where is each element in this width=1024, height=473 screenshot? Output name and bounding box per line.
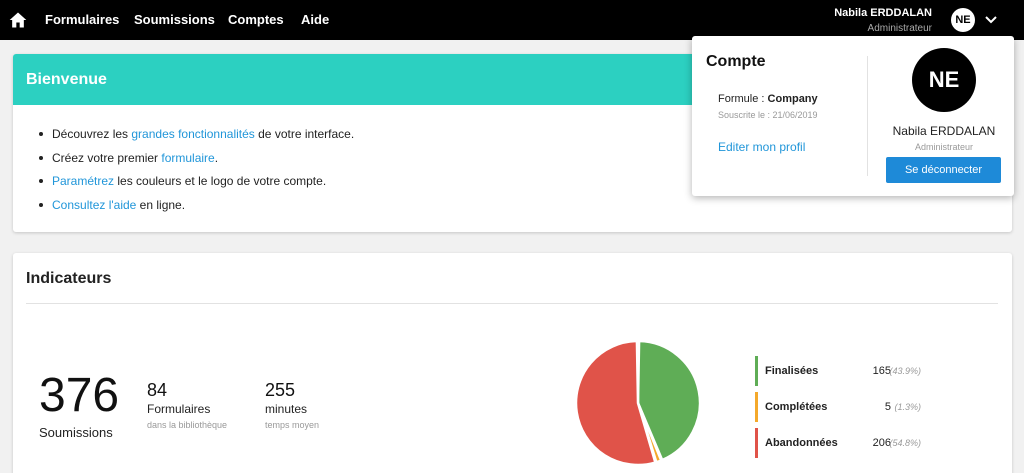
chevron-down-icon[interactable]: [984, 13, 998, 27]
legend-color-bar: [755, 356, 758, 386]
welcome-item: Paramétrez les couleurs et le logo de vo…: [39, 174, 354, 198]
welcome-item-text: les couleurs et le logo de votre compte.: [114, 174, 327, 188]
account-name: Nabila ERDDALAN: [892, 124, 996, 138]
divider: [867, 56, 868, 176]
welcome-item-text: Découvrez les: [52, 127, 132, 141]
legend-label: Abandonnées: [765, 437, 838, 449]
welcome-item: Découvrez les grandes fonctionnalités de…: [39, 127, 354, 151]
nav-comptes[interactable]: Comptes: [228, 12, 284, 27]
link-form[interactable]: formulaire: [161, 151, 214, 165]
link-help[interactable]: Consultez l'aide: [52, 198, 136, 212]
indicators-card: Indicateurs 376 Soumissions 84 Formulair…: [13, 253, 1012, 473]
link-settings[interactable]: Paramétrez: [52, 174, 114, 188]
legend-percent: (54.8%): [889, 438, 921, 448]
welcome-item-text: en ligne.: [136, 197, 186, 212]
submissions-count: 376: [39, 369, 120, 422]
plan-value: Company: [767, 93, 818, 105]
nav-aide[interactable]: Aide: [301, 12, 329, 27]
welcome-item: Créez votre premier formulaire.: [39, 151, 354, 175]
welcome-item-text: Créez votre premier: [52, 150, 162, 165]
legend-percent: (43.9%): [889, 366, 921, 376]
forms-count: 84: [147, 380, 168, 400]
legend-row: Complétées 5 (1.3%): [755, 392, 925, 422]
subscription-date: Souscrite le : 21/06/2019: [718, 110, 818, 120]
legend-label: Finalisées: [765, 365, 819, 377]
home-icon[interactable]: [8, 10, 28, 30]
nav-formulaires[interactable]: Formulaires: [45, 12, 119, 27]
account-dropdown: Compte Formule : Company Souscrite le : …: [692, 36, 1014, 196]
plan-label: Formule :: [718, 93, 765, 105]
top-navbar: Formulaires Soumissions Comptes Aide Nab…: [0, 0, 1024, 40]
legend-row: Abandonnées 206 (54.8%): [755, 428, 925, 458]
submissions-label: Soumissions: [39, 425, 113, 440]
nav-soumissions[interactable]: Soumissions: [134, 12, 215, 27]
avatar: NE: [912, 48, 976, 112]
minutes-count: 255: [265, 380, 296, 400]
welcome-title: Bienvenue: [26, 71, 107, 88]
user-name[interactable]: Nabila ERDDALAN: [834, 7, 932, 19]
minutes-label: minutes: [265, 402, 308, 416]
account-title: Compte: [706, 53, 766, 70]
forms-sub: dans la bibliothèque: [147, 420, 228, 430]
edit-profile-link[interactable]: Editer mon profil: [718, 140, 805, 154]
user-role: Administrateur: [867, 23, 932, 34]
legend-value: 165: [872, 365, 891, 377]
legend-percent: (1.3%): [894, 402, 921, 412]
indicators-title: Indicateurs: [26, 270, 112, 287]
user-avatar[interactable]: NE: [951, 8, 975, 32]
legend-value: 5: [884, 401, 891, 413]
logout-button[interactable]: Se déconnecter: [886, 157, 1001, 183]
welcome-item-text: de votre interface.: [254, 127, 355, 141]
legend-value: 206: [872, 437, 891, 449]
plan-info: Formule : Company: [718, 93, 818, 105]
legend-label: Complétées: [765, 401, 828, 413]
account-role: Administrateur: [914, 142, 974, 152]
legend-row: Finalisées 165 (43.9%): [755, 356, 925, 386]
minutes-sub: temps moyen: [265, 420, 320, 430]
welcome-list: Découvrez les grandes fonctionnalités de…: [39, 127, 354, 221]
welcome-item-text: .: [214, 150, 219, 165]
welcome-item: Consultez l'aide en ligne.: [39, 198, 354, 222]
legend-color-bar: [755, 428, 758, 458]
legend-color-bar: [755, 392, 758, 422]
divider: [26, 303, 998, 304]
link-features[interactable]: grandes fonctionnalités: [131, 127, 254, 141]
forms-label: Formulaires: [147, 402, 211, 416]
status-pie-chart: [574, 339, 702, 467]
